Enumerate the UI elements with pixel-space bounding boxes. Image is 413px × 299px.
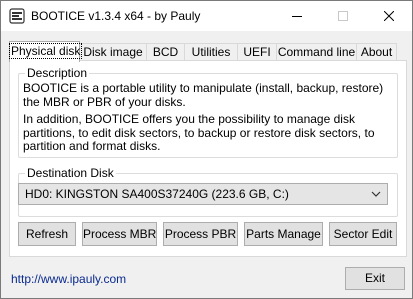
minimize-icon [292, 16, 302, 17]
close-icon [384, 11, 394, 21]
tab-label: Command line [277, 45, 356, 59]
tab-uefi[interactable]: UEFI [237, 43, 277, 61]
parts-manage-button[interactable]: Parts Manage [244, 222, 323, 246]
description-title: Description [25, 66, 90, 80]
destination-disk-select[interactable]: HD0: KINGSTON SA400S37240G (223.6 GB, C:… [18, 183, 388, 205]
tab-disk-image[interactable]: Disk image [79, 43, 147, 61]
description-group: Description BOOTICE is a portable utilit… [18, 66, 398, 158]
tab-command-line[interactable]: Command line [276, 43, 357, 61]
minimize-button[interactable] [274, 1, 320, 31]
app-icon [9, 8, 25, 24]
maximize-icon [338, 11, 348, 21]
tab-label: About [360, 45, 393, 59]
tab-label: Disk image [83, 45, 143, 59]
window-title: BOOTICE v1.3.4 x64 - by Pauly [31, 9, 201, 23]
refresh-button[interactable]: Refresh [18, 222, 76, 246]
tab-label: Utilities [191, 45, 231, 59]
physical-disk-panel: Description BOOTICE is a portable utilit… [9, 60, 407, 257]
exit-button[interactable]: Exit [345, 267, 405, 290]
title-bar[interactable]: BOOTICE v1.3.4 x64 - by Pauly [1, 1, 412, 31]
destination-disk-title: Destination Disk [25, 166, 116, 180]
tab-utilities[interactable]: Utilities [184, 43, 238, 61]
website-link[interactable]: http://www.ipauly.com [11, 272, 126, 286]
description-paragraph-2: In addition, BOOTICE offers you the poss… [23, 112, 375, 153]
maximize-button[interactable] [320, 1, 366, 31]
tab-about[interactable]: About [356, 43, 397, 61]
tab-physical-disk[interactable]: Physical disk [8, 41, 83, 62]
tab-label: BCD [152, 45, 179, 59]
close-button[interactable] [366, 1, 412, 31]
chevron-down-icon [371, 191, 381, 197]
sector-edit-button[interactable]: Sector Edit [329, 222, 397, 246]
tab-bcd[interactable]: BCD [146, 43, 185, 61]
tab-label: UEFI [243, 45, 271, 59]
description-paragraph-1: BOOTICE is a portable utility to manipul… [23, 81, 384, 109]
destination-disk-value: HD0: KINGSTON SA400S37240G (223.6 GB, C:… [25, 187, 289, 201]
process-mbr-button[interactable]: Process MBR [82, 222, 157, 246]
tab-label: Physical disk [8, 43, 83, 59]
process-pbr-button[interactable]: Process PBR [163, 222, 238, 246]
app-window: BOOTICE v1.3.4 x64 - by Pauly Physical d… [0, 0, 413, 299]
